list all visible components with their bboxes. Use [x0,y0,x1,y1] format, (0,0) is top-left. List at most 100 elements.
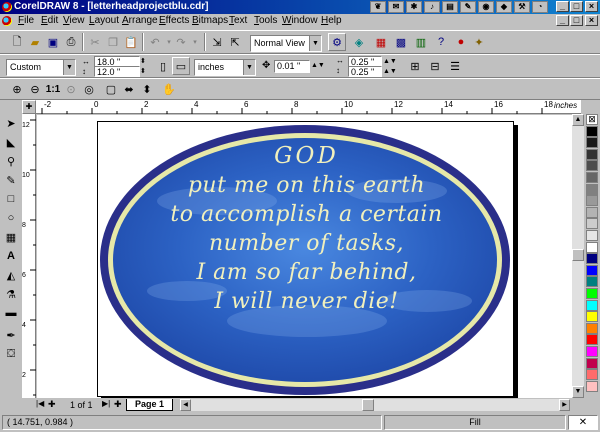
color-swatch[interactable] [586,230,598,241]
horizontal-ruler[interactable]: -2 0 2 4 6 8 10 12 14 16 18 inches [36,100,581,114]
graph-paper-tool-icon[interactable]: ▦ [2,228,20,246]
snap-to-grid-icon[interactable]: ⊞ [406,57,424,75]
color-swatch[interactable] [586,288,598,299]
new-file-icon[interactable]: 🗋 [8,33,26,51]
options-icon[interactable]: ☰ [446,57,464,75]
height-spinner[interactable]: ⬍ [140,66,150,77]
color-swatch[interactable] [586,357,598,369]
open-folder-icon[interactable]: ▰ [26,33,44,51]
menu-window[interactable]: Window [282,15,318,27]
fill-bucket-tool-icon[interactable]: ⛋ [2,345,20,363]
zoom-page-width-icon[interactable]: ⬌ [120,80,138,98]
color-swatch[interactable] [586,160,598,172]
menu-effects[interactable]: Effects [159,15,189,27]
pan-icon[interactable]: ✋ [160,80,178,98]
tray-calendar-icon[interactable]: ▤ [442,1,458,13]
add-page-icon[interactable]: ✚ [114,399,122,410]
menu-edit[interactable]: Edit [41,15,58,27]
color-swatch[interactable] [586,264,598,276]
cut-icon[interactable]: ✂ [86,33,104,51]
tray-app-icon[interactable]: ◆ [496,1,512,13]
color-swatch[interactable] [586,276,598,288]
maximize-button[interactable]: □ [570,1,583,12]
nudge-spinner[interactable]: ▲▼ [311,60,325,71]
ellipse-tool-icon[interactable]: ○ [2,209,20,227]
zoom-tool-icon[interactable]: ⚲ [2,152,20,170]
zoom-actual-size-button[interactable]: 1:1 [44,80,62,98]
whats-this-icon[interactable]: ✦ [470,33,488,51]
color-swatch[interactable] [586,369,598,381]
import-icon[interactable]: ⇲ [208,33,226,51]
menu-layout[interactable]: Layout [89,15,119,27]
units-select[interactable]: inches ▼ [194,59,256,76]
corel-online-icon[interactable]: ◈ [350,33,368,51]
zoom-in-icon[interactable]: ⊕ [8,80,26,98]
document-icon[interactable] [2,16,12,26]
color-swatch[interactable] [586,195,598,207]
scroll-thumb[interactable] [572,249,584,261]
no-color-swatch-icon[interactable]: ⊠ [586,114,598,125]
horizontal-scroll-thumb[interactable] [362,399,374,411]
application-launcher-icon[interactable]: ⚙ [328,33,346,51]
page-tab[interactable]: Page 1 [126,399,174,411]
color-swatch[interactable] [586,334,598,346]
nudge-field[interactable]: 0.01 " [274,60,310,73]
interactive-fill-tool-icon[interactable]: ◭ [2,266,20,284]
chevron-down-icon[interactable]: ▼ [63,60,75,75]
color-swatch[interactable] [586,172,598,183]
minimize-button[interactable]: _ [556,1,569,12]
scroll-up-button[interactable]: ▲ [572,114,584,126]
doc-minimize-button[interactable]: _ [556,15,569,26]
text-tool-icon[interactable]: A [2,247,20,265]
color-swatch[interactable] [586,322,598,334]
outline-tool-icon[interactable]: ▬ [2,304,20,322]
color-swatch[interactable] [586,137,598,149]
view-mode-select[interactable]: Normal View ▼ [250,35,322,52]
menu-text[interactable]: Text [229,15,247,27]
rectangle-tool-icon[interactable]: □ [2,190,20,208]
scroll-down-button[interactable]: ▼ [572,386,584,398]
vertical-ruler[interactable]: 12 10 8 6 4 2 [22,114,36,398]
color-swatch[interactable] [586,253,598,265]
menu-help[interactable]: Help [321,15,342,27]
pen-outline-tool-icon[interactable]: ✒ [2,326,20,344]
menu-bitmaps[interactable]: Bitmaps [192,15,228,27]
duplicate-y-spinner[interactable]: ▲▼ [383,66,397,77]
tray-tools-icon[interactable]: ⚒ [514,1,530,13]
tray-leaf-icon[interactable]: ❦ [370,1,386,13]
chevron-down-icon[interactable]: ▼ [309,36,321,51]
color-swatch[interactable] [586,183,598,195]
chevron-down-icon[interactable]: ▼ [243,60,255,75]
portrait-icon[interactable]: ▯ [154,57,172,75]
menu-tools[interactable]: Tools [254,15,277,27]
color-swatch[interactable] [586,206,598,218]
redo-dropdown-icon[interactable]: ▾ [186,33,204,51]
scrapbook-icon[interactable]: ▦ [372,33,390,51]
zoom-out-icon[interactable]: ⊖ [26,80,44,98]
vertical-scrollbar[interactable]: ▲ ▼ [572,114,584,398]
drawing-canvas[interactable]: GOD put me on this earth to accomplish a… [37,115,572,398]
copy-icon[interactable]: ❐ [104,33,122,51]
landscape-icon[interactable]: ▭ [172,57,190,75]
duplicate-y-field[interactable]: 0.25 " [348,66,382,77]
scroll-right-button[interactable]: ▶ [559,399,570,411]
zoom-page-icon[interactable]: ▢ [102,80,120,98]
menu-view[interactable]: View [63,15,85,27]
zoom-all-objects-icon[interactable]: ◎ [80,80,98,98]
tip-icon[interactable]: ● [452,33,470,51]
color-swatch[interactable] [586,241,598,253]
page-height-field[interactable]: 12.0 " [94,66,140,77]
color-swatch[interactable] [586,148,598,160]
tray-mail-icon[interactable]: ✉ [388,1,404,13]
first-page-icon[interactable]: |◀ [36,399,44,408]
tray-star-icon[interactable]: ✱ [406,1,422,13]
horizontal-scrollbar-track[interactable] [191,399,559,411]
save-icon[interactable]: ▣ [44,33,62,51]
shape-tool-icon[interactable]: ◣ [2,133,20,151]
next-page-icon[interactable]: ▶| [102,399,110,408]
ruler-origin-icon[interactable]: ✚ [22,100,36,114]
close-button[interactable]: × [585,1,598,12]
color-swatch[interactable] [586,346,598,357]
zoom-selected-icon[interactable]: ⊙ [62,80,80,98]
print-icon[interactable]: ⎙ [62,33,80,51]
